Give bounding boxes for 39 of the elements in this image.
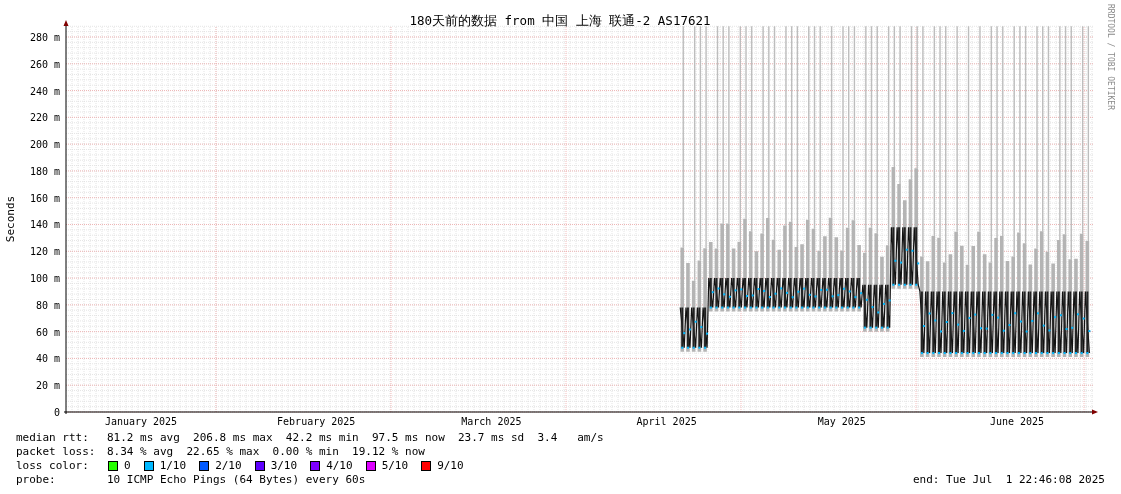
legend-label: median rtt: <box>16 431 90 445</box>
swatch-label: 5/10 <box>381 459 409 473</box>
legend-label: packet loss: <box>16 445 97 459</box>
graph-title: 180天前的数据 from 中国 上海 联通-2 AS17621 <box>409 13 711 28</box>
x-tick-label: March 2025 <box>461 416 522 427</box>
swatch-label: 3/10 <box>270 459 298 473</box>
y-tick-label: 80 m <box>35 299 60 311</box>
end-time: end: Tue Jul 1 22:46:08 2025 <box>912 473 1105 487</box>
loss-stats: 8.34 % avg 22.65 % max 0.00 % min 19.12 % now <box>107 445 425 459</box>
swatch-label: 2/10 <box>215 459 242 473</box>
y-tick-label: 140 m <box>29 219 60 231</box>
y-axis-label: Seconds <box>4 195 17 243</box>
swatch-label: 9/10 <box>437 459 464 473</box>
watermark-text: RRDTOOL / TOBI OETIKER <box>1106 4 1115 110</box>
x-tick-label: June 2025 <box>989 416 1045 427</box>
rtt-stats: 81.2 ms avg 206.8 ms max 42.2 ms min 97.5 ms now 23.7 ms sd 3.4 am/s <box>107 431 604 445</box>
x-tick-label: May 2025 <box>817 416 866 427</box>
x-tick-label: April 2025 <box>636 416 697 427</box>
legend-label: probe: <box>16 473 57 487</box>
y-tick-label: 180 m <box>29 165 60 177</box>
y-tick-label: 100 m <box>29 273 60 285</box>
swatch-label: 4/10 <box>326 459 353 473</box>
y-tick-label: 240 m <box>29 85 60 97</box>
y-tick-label: 120 m <box>29 246 60 258</box>
y-tick-label: 0 <box>53 407 60 418</box>
y-tick-label: 40 m <box>35 353 60 365</box>
probe-text: 10 ICMP Echo Pings (64 Bytes) every 60s <box>107 473 366 487</box>
swatch-label: 1/10 <box>159 459 187 473</box>
y-tick-label: 200 m <box>29 139 60 151</box>
x-tick-label: February 2025 <box>277 416 356 427</box>
y-tick-label: 260 m <box>29 58 60 70</box>
y-tick-label: 280 m <box>29 32 60 43</box>
legend-label: loss color: <box>16 459 90 473</box>
swatch-label: 0 <box>124 459 131 473</box>
y-tick-label: 20 m <box>35 380 60 392</box>
y-tick-label: 60 m <box>35 326 60 338</box>
y-tick-label: 160 m <box>29 192 60 204</box>
x-tick-label: January 2025 <box>104 416 178 427</box>
y-tick-label: 220 m <box>29 112 60 124</box>
